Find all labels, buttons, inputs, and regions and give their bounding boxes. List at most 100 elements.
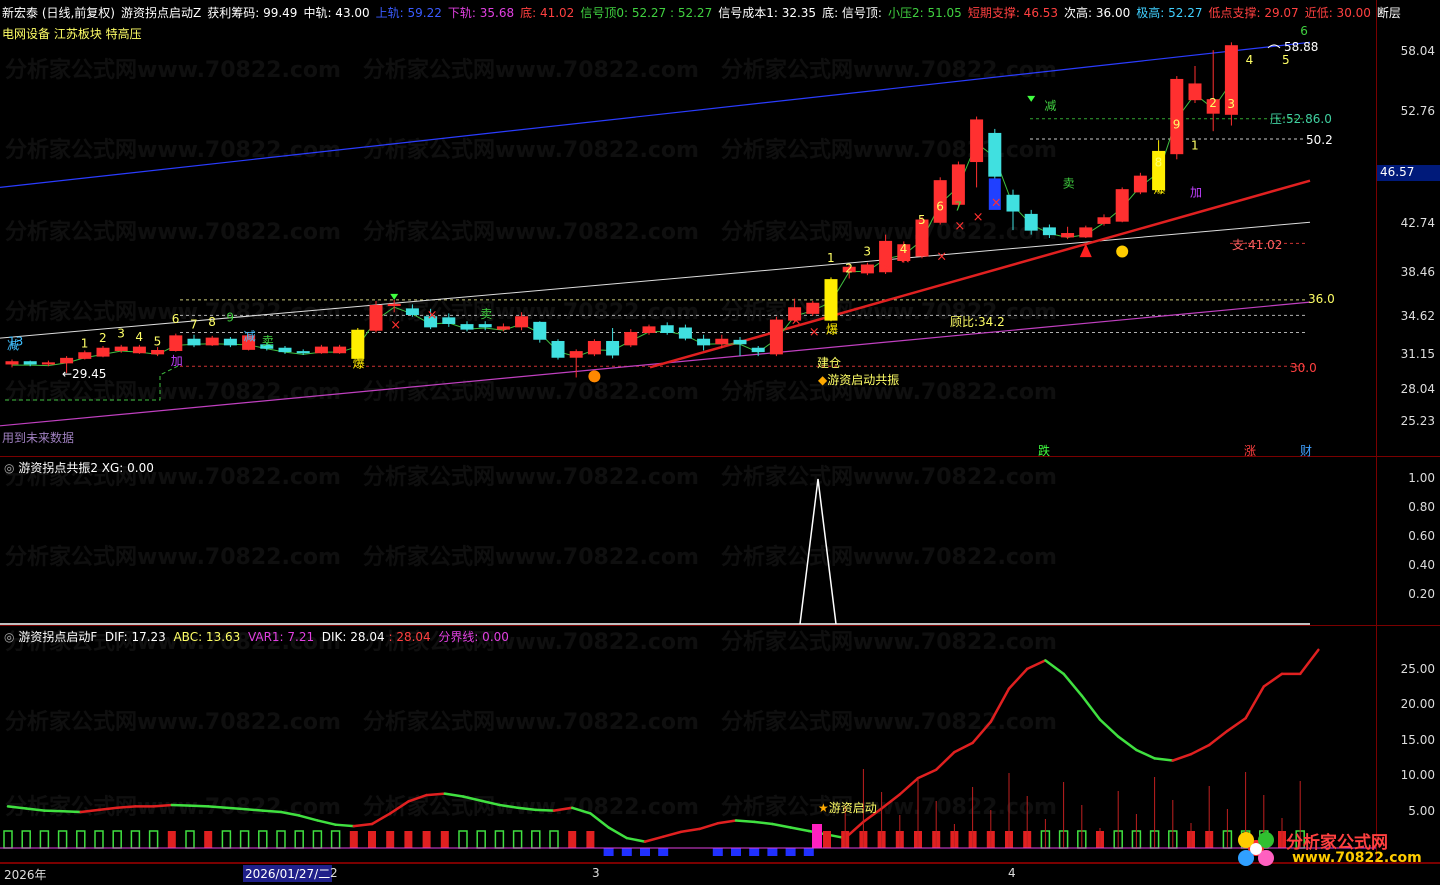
dik-line-segment — [516, 806, 538, 812]
candle-body — [624, 331, 638, 346]
candle-body — [587, 340, 601, 355]
count-label: 5 — [918, 213, 926, 227]
count-label: 4 — [900, 242, 908, 256]
dik-line-segment — [261, 809, 283, 814]
dik-line-segment — [170, 803, 192, 807]
count-label: 5 — [1282, 53, 1290, 67]
dik-line-segment — [1298, 648, 1320, 676]
dik-line-segment — [1262, 672, 1284, 688]
flower-logo-icon — [1238, 832, 1274, 866]
dik-line-segment — [570, 806, 592, 815]
dik-line-segment — [498, 803, 519, 810]
count-label: 4 — [1246, 53, 1254, 67]
support-label: 支:41.02 — [1232, 238, 1283, 252]
dik-line-segment — [1189, 743, 1211, 756]
candle-body-fill — [552, 341, 564, 358]
dik-line-segment — [1171, 752, 1193, 762]
count-label: 8 — [208, 315, 216, 329]
sell-x-marker: × — [809, 325, 820, 340]
pressure-label: 压:52.86.0 — [1270, 112, 1332, 126]
candle-body — [806, 302, 820, 314]
count-label: 7 — [954, 199, 962, 213]
time-label: 2026年 — [4, 868, 47, 882]
dik-line-segment — [607, 826, 629, 840]
signal-marker: 加 — [171, 354, 183, 368]
dik-line-segment — [734, 819, 756, 824]
price-tick: 25.23 — [1400, 414, 1435, 428]
dik-line-segment — [479, 799, 501, 807]
future-data-note: 用到未来数据 — [2, 431, 75, 445]
candle-body — [569, 351, 583, 358]
dik-line-segment — [461, 795, 483, 802]
xg-tick: 0.20 — [1408, 587, 1435, 601]
histogram-bar-blue — [658, 848, 669, 856]
dik-line-segment — [206, 805, 228, 810]
candle-body-fill — [679, 327, 692, 339]
histogram-bar-red — [368, 831, 376, 848]
down-arrow-icon — [1027, 95, 1036, 102]
candle-body — [515, 316, 529, 328]
dik-line-segment — [1007, 667, 1029, 690]
histogram-bar-green — [148, 830, 159, 849]
candle-body — [1061, 233, 1075, 238]
candle-body-fill — [533, 322, 546, 340]
candle-body — [114, 346, 128, 351]
histogram-bar-red — [823, 831, 831, 848]
dik-line-segment — [625, 836, 647, 843]
dik-tick: 10.00 — [1400, 768, 1435, 782]
candle-body-fill — [479, 324, 492, 327]
dik-line-segment — [443, 792, 465, 798]
histogram-bar-green — [476, 830, 486, 849]
histogram-bar-blue — [731, 848, 741, 856]
candle-body — [642, 326, 656, 333]
price-chart[interactable]: ×××× ××××××13 1 2 3 4 56 7 8 9123 456 78912 34 56减减加加… — [0, 0, 1376, 456]
sell-x-marker: × — [973, 210, 984, 225]
candle-body-fill — [1043, 227, 1056, 235]
price-tick: 58.04 — [1400, 44, 1435, 58]
count-label: 3 — [1227, 97, 1235, 111]
count-label: 1 — [827, 251, 835, 265]
dik-line-segment — [243, 807, 265, 812]
count-label: 7 — [190, 317, 198, 331]
histogram-bar-green — [458, 830, 468, 849]
histogram-bar-green — [549, 830, 559, 849]
dik-line-segment — [43, 809, 64, 813]
dik-line-segment — [643, 835, 665, 843]
build-position-label: 建仓 — [817, 356, 842, 370]
histogram-bar-blue — [767, 848, 778, 856]
dik-chart[interactable] — [0, 626, 1376, 862]
candle-body — [715, 338, 729, 345]
histogram-bar-green — [239, 830, 250, 849]
candle-body-fill — [24, 361, 37, 364]
dik-line-segment — [1025, 659, 1047, 671]
xg-axis: 1.00 0.80 0.60 0.40 0.20 — [1376, 457, 1440, 625]
dik-line-segment — [370, 812, 392, 826]
dik-line-segment — [698, 822, 720, 831]
candle-body — [78, 352, 92, 359]
time-label: 4 — [1008, 866, 1016, 880]
dik-line-segment — [661, 830, 683, 838]
histogram-bar-blue — [749, 848, 760, 856]
launch-resonance-label: ◆游资启动共振 — [818, 373, 900, 387]
count-label: 3 — [117, 326, 125, 340]
xg-tick: 0.40 — [1408, 558, 1435, 572]
histogram-bar-blue — [621, 848, 632, 856]
candle-body — [205, 337, 219, 346]
signal-marker: 卖 — [1063, 176, 1075, 190]
dik-line-segment — [898, 776, 920, 796]
trend-line — [649, 179, 1311, 369]
histogram-bar-green — [112, 830, 122, 849]
sell-x-marker: × — [427, 308, 438, 323]
price-tick: 38.46 — [1400, 265, 1435, 279]
dik-line-segment — [534, 808, 556, 812]
histogram-bar-green — [39, 830, 50, 849]
count-label: 3 — [863, 244, 871, 258]
dik-line-segment — [1116, 735, 1138, 752]
candle-body-fill — [1007, 195, 1019, 212]
candle-body-fill — [279, 348, 291, 352]
histogram-bar-green — [94, 830, 104, 849]
xg-chart[interactable] — [0, 457, 1376, 625]
dik-line-segment — [880, 793, 902, 810]
count-label: 9 — [226, 311, 234, 325]
dik-tick: 20.00 — [1400, 697, 1435, 711]
